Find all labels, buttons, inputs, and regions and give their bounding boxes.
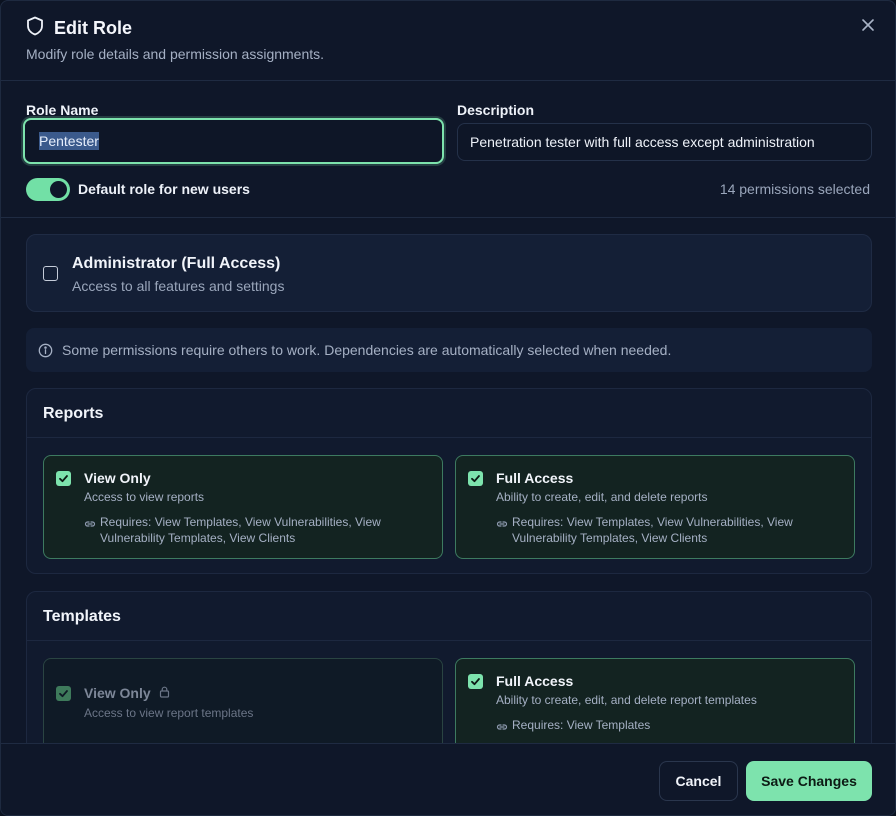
link-icon xyxy=(496,720,508,736)
templates-section-header: Templates xyxy=(27,592,871,641)
administrator-checkbox[interactable] xyxy=(43,266,58,281)
templates-full-access-requires: Requires: View Templates xyxy=(496,717,836,736)
shield-icon xyxy=(26,16,44,41)
templates-full-access-title: Full Access xyxy=(496,673,573,689)
reports-full-access-card[interactable]: Full Access Ability to create, edit, and… xyxy=(455,455,855,559)
role-name-input[interactable]: Pentester xyxy=(23,118,444,164)
templates-section-title: Templates xyxy=(43,608,121,625)
reports-view-only-subtitle: Access to view reports xyxy=(84,490,205,504)
reports-view-only-card[interactable]: View Only Access to view reports Require… xyxy=(43,455,443,559)
dialog-header: Edit Role Modify role details and permis… xyxy=(1,1,895,81)
templates-view-only-subtitle: Access to view report templates xyxy=(84,706,254,720)
templates-full-access-title-text: Full Access xyxy=(496,673,574,689)
reports-full-access-requires-text: Requires: View Templates, View Vulnerabi… xyxy=(512,515,793,545)
edit-role-dialog: Edit Role Modify role details and permis… xyxy=(0,0,896,816)
administrator-card[interactable]: Administrator (Full Access) Access to al… xyxy=(26,234,872,312)
description-value: Penetration tester with full access exce… xyxy=(470,134,815,150)
dialog-footer: Cancel Save Changes xyxy=(1,743,895,815)
reports-full-access-title-text: Full Access xyxy=(496,470,574,486)
close-icon[interactable] xyxy=(861,18,877,34)
templates-view-only-title-text: View Only xyxy=(84,685,151,701)
templates-section: Templates View Only Access to view repor… xyxy=(26,591,872,743)
toggle-knob xyxy=(50,181,67,198)
permissions-scroll-area[interactable]: Administrator (Full Access) Access to al… xyxy=(1,218,895,743)
reports-view-only-requires: Requires: View Templates, View Vulnerabi… xyxy=(84,514,424,546)
link-icon xyxy=(84,517,96,546)
link-icon xyxy=(496,517,508,546)
templates-full-access-checkbox[interactable] xyxy=(468,674,483,689)
info-icon xyxy=(38,343,53,363)
reports-full-access-requires: Requires: View Templates, View Vulnerabi… xyxy=(496,514,836,546)
reports-section-title: Reports xyxy=(43,405,104,422)
reports-view-only-title: View Only xyxy=(84,470,151,486)
templates-view-only-checkbox xyxy=(56,686,71,701)
reports-section-header: Reports xyxy=(27,389,871,438)
dependency-info-text: Some permissions require others to work.… xyxy=(62,342,672,358)
templates-view-only-card: View Only Access to view report template… xyxy=(43,658,443,743)
permissions-count: 14 permissions selected xyxy=(719,181,870,197)
description-input[interactable]: Penetration tester with full access exce… xyxy=(457,123,872,161)
dialog-subtitle: Modify role details and permission assig… xyxy=(26,46,325,62)
reports-view-only-requires-text: Requires: View Templates, View Vulnerabi… xyxy=(100,515,381,545)
templates-full-access-card[interactable]: Full Access Ability to create, edit, and… xyxy=(455,658,855,743)
reports-full-access-subtitle: Ability to create, edit, and delete repo… xyxy=(496,490,708,504)
administrator-title: Administrator (Full Access) xyxy=(72,255,281,272)
cancel-button[interactable]: Cancel xyxy=(659,761,738,801)
reports-view-only-title-text: View Only xyxy=(84,470,151,486)
role-name-value: Pentester xyxy=(39,132,99,150)
lock-icon xyxy=(159,685,170,701)
templates-full-access-subtitle: Ability to create, edit, and delete repo… xyxy=(496,693,757,707)
reports-full-access-checkbox[interactable] xyxy=(468,471,483,486)
templates-full-access-requires-text: Requires: View Templates xyxy=(512,718,651,732)
title-row: Edit Role xyxy=(26,16,132,41)
description-label: Description xyxy=(457,102,535,118)
reports-full-access-title: Full Access xyxy=(496,470,573,486)
templates-view-only-title: View Only xyxy=(84,685,170,701)
reports-view-only-checkbox[interactable] xyxy=(56,471,71,486)
default-role-label: Default role for new users xyxy=(78,181,250,197)
dialog-title: Edit Role xyxy=(54,18,133,38)
administrator-subtitle: Access to all features and settings xyxy=(72,278,285,294)
default-role-toggle[interactable] xyxy=(26,178,70,201)
reports-section: Reports View Only Access to view reports… xyxy=(26,388,872,574)
role-name-label: Role Name xyxy=(26,102,99,118)
dependency-info-banner: Some permissions require others to work.… xyxy=(26,328,872,372)
save-changes-button[interactable]: Save Changes xyxy=(746,761,872,801)
